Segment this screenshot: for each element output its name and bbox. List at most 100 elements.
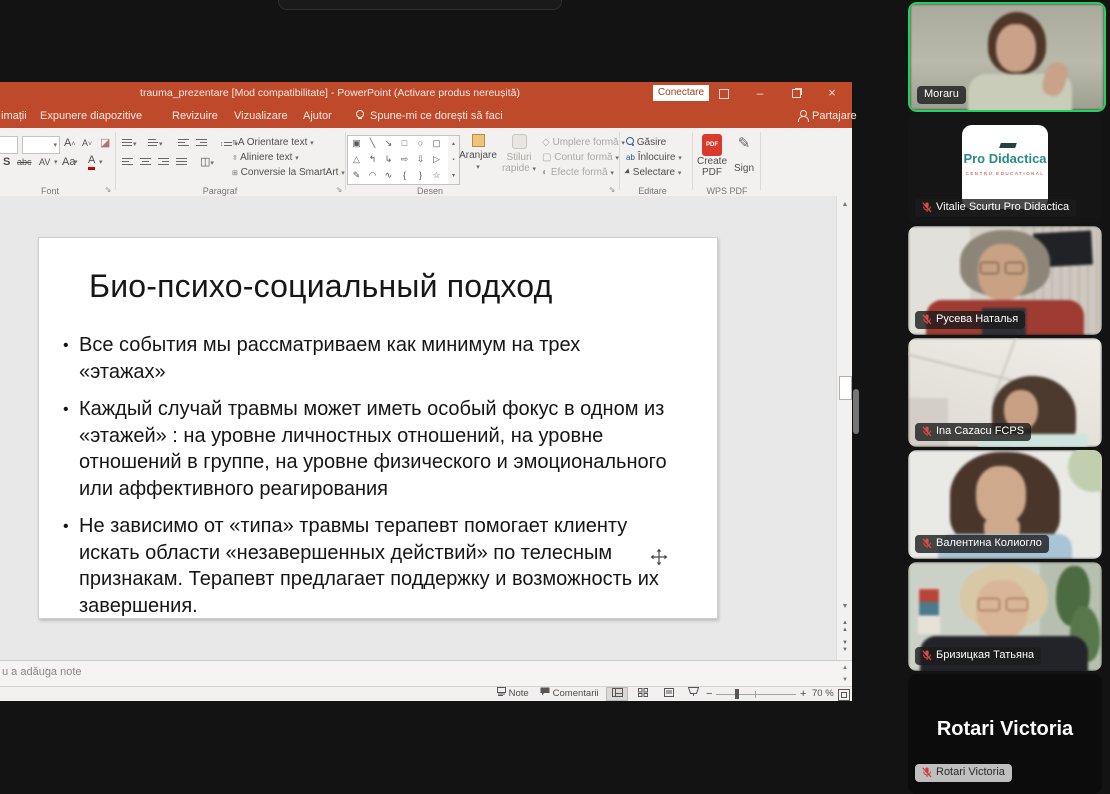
previous-slide-button[interactable]: ▲▲ <box>837 620 852 634</box>
smartart-button[interactable]: ⊞ Conversie la SmartArt ▾ <box>232 166 345 180</box>
tab-ajutor[interactable]: Ajutor <box>303 104 332 128</box>
zoom-in-button[interactable]: + <box>800 687 806 701</box>
font-color-caret: ▾ <box>99 158 103 166</box>
shape-outline-button[interactable]: ▢ Contur formă ▾ <box>542 151 619 165</box>
align-right-button[interactable] <box>158 154 169 170</box>
slide-canvas[interactable]: Био-психо-социальный подход Все события … <box>38 237 718 619</box>
view-normal-button[interactable] <box>606 687 628 701</box>
shape-curve-icon[interactable]: ∿ <box>381 168 396 183</box>
participant-video-brizitskaya-tatiana[interactable]: Бризицкая Татьяна <box>908 562 1102 671</box>
font-size-select[interactable]: ▾ <box>22 136 60 154</box>
shape-right-arrow-icon[interactable]: ⇨ <box>397 152 412 167</box>
justify-button[interactable] <box>176 154 187 170</box>
partajare-button[interactable]: Partajare <box>812 104 857 128</box>
fit-slide-to-window-button[interactable] <box>838 689 850 701</box>
notes-scrollbar[interactable]: ▲▼ <box>838 662 852 686</box>
note-icon <box>497 687 506 696</box>
zoom-slider-thumb[interactable] <box>735 689 739 699</box>
paragraph-dialog-launcher[interactable]: ⇘ <box>334 185 344 195</box>
editor-vertical-scrollbar[interactable]: ▲ ▼ ▲▲ ▼▼ <box>836 196 852 660</box>
drawing-dialog-launcher[interactable]: ⇘ <box>607 185 617 195</box>
character-spacing-button[interactable]: AV <box>39 154 50 170</box>
scroll-up-icon[interactable]: ▲ <box>837 198 852 212</box>
shape-star-icon[interactable]: ☆ <box>429 168 444 183</box>
create-pdf-button[interactable]: PDF CreatePDF <box>696 134 728 178</box>
tab-expunere-diapozitive[interactable]: Expunere diapozitive <box>40 104 142 128</box>
quick-styles-button[interactable]: Stilurirapide ▾ <box>500 134 538 174</box>
align-left-button[interactable] <box>122 154 133 170</box>
sign-button[interactable]: ✎ Sign <box>730 134 758 174</box>
decrease-font-button[interactable]: A˅ <box>82 135 92 153</box>
increase-font-button[interactable]: A˄ <box>64 135 75 153</box>
shape-triangle-icon[interactable]: △ <box>349 152 364 167</box>
tell-me-box[interactable]: Spune-mi ce dorești să faci <box>370 104 503 128</box>
shape-arrow-line-icon[interactable]: ↘ <box>381 136 396 151</box>
shape-arc-icon[interactable]: ◠ <box>365 168 380 183</box>
scroll-down-icon[interactable]: ▼ <box>837 600 852 614</box>
ribbon-display-options-icon[interactable] <box>712 82 736 104</box>
shape-rectangle-icon[interactable]: □ <box>397 136 412 151</box>
next-slide-button[interactable]: ▼▼ <box>837 640 852 654</box>
participant-video-valentina-kolioglo[interactable]: Валентина Колиогло <box>908 450 1102 559</box>
arrange-button[interactable]: Aranjare▾ <box>458 134 498 172</box>
shape-left-brace-icon[interactable]: { <box>397 168 412 183</box>
participant-video-ruseva-natalia[interactable]: Русева Наталья <box>908 226 1102 335</box>
shape-effects-button[interactable]: ◐ Efecte formă ▾ <box>542 166 614 180</box>
slide-editor: Био-психо-социальный подход Все события … <box>0 196 852 660</box>
align-text-button[interactable]: ⇳ Aliniere text ▾ <box>232 151 299 165</box>
text-direction-button[interactable]: ⇅A Orientare text ▾ <box>232 136 314 150</box>
zoom-out-button[interactable]: − <box>706 687 712 701</box>
zoom-percentage[interactable]: 70 % <box>812 687 834 701</box>
increase-indent-button[interactable] <box>196 135 207 151</box>
participant-name-label: Валентина Колиогло <box>915 535 1049 553</box>
shape-pentagon-icon[interactable]: ▷ <box>429 152 444 167</box>
tab-revizuire[interactable]: Revizuire <box>172 104 218 128</box>
decrease-indent-button[interactable] <box>178 135 189 151</box>
zoom-floating-controls[interactable] <box>278 0 562 10</box>
text-shadow-button[interactable]: S <box>3 154 10 170</box>
minimize-icon[interactable]: – <box>748 82 772 104</box>
bullets-button[interactable]: ▾ <box>122 135 137 153</box>
shape-rounded-rectangle-icon[interactable]: ▢ <box>429 136 444 151</box>
shape-textbox-icon[interactable]: ▣ <box>349 136 364 151</box>
zoom-slider-track[interactable] <box>716 694 796 695</box>
select-button[interactable]: Selectare ▾ <box>626 166 681 180</box>
participant-video-moraru[interactable]: Moraru <box>908 2 1106 112</box>
participant-display-name: Rotari Victoria <box>908 718 1102 741</box>
restore-icon[interactable] <box>784 82 808 104</box>
tab-animatii-clipped[interactable]: imații <box>1 104 27 128</box>
view-reading-button[interactable] <box>658 687 680 701</box>
shape-right-brace-icon[interactable]: } <box>413 168 428 183</box>
columns-button[interactable]: ◫▾ <box>200 154 214 172</box>
conectare-button[interactable]: Conectare <box>653 85 709 101</box>
notes-pane[interactable]: u a adăuga note ▲▼ <box>0 660 852 687</box>
align-center-button[interactable] <box>140 154 151 170</box>
shape-oval-icon[interactable]: ○ <box>413 136 428 151</box>
numbering-button[interactable]: ▾ <box>148 135 163 153</box>
close-icon[interactable]: × <box>820 82 844 104</box>
font-color-button[interactable]: A <box>88 154 95 170</box>
replace-button[interactable]: ab Înlocuire ▾ <box>626 151 682 165</box>
note-button[interactable]: Note <box>497 687 529 701</box>
comments-button[interactable]: Comentarii <box>540 687 599 701</box>
tab-vizualizare[interactable]: Vizualizare <box>234 104 288 128</box>
participant-video-rotari-victoria[interactable]: Rotari Victoria Rotari Victoria <box>908 674 1102 794</box>
shape-elbow-icon[interactable]: ↰ <box>365 152 380 167</box>
participants-scrollbar[interactable] <box>853 389 859 434</box>
find-button[interactable]: Găsire <box>626 136 666 149</box>
shape-down-arrow-icon[interactable]: ⇩ <box>413 152 428 167</box>
font-name-select[interactable] <box>0 136 18 154</box>
scrollbar-thumb[interactable] <box>839 376 852 400</box>
view-slide-sorter-button[interactable] <box>632 687 654 701</box>
clear-formatting-icon[interactable]: ◪ <box>100 135 110 151</box>
font-dialog-launcher[interactable]: ⇘ <box>103 185 113 195</box>
participant-video-ina-cazacu[interactable]: Ina Cazacu FCPS <box>908 338 1102 447</box>
shape-freeform-icon[interactable]: ✎ <box>349 168 364 183</box>
shape-elbow-arrow-icon[interactable]: ↳ <box>381 152 396 167</box>
strikethrough-button[interactable]: abc <box>17 154 32 170</box>
shape-gallery[interactable]: ▣ ╲ ↘ □ ○ ▢ △ ↰ ↳ ⇨ ⇩ ▷ ✎ ◠ ∿ { } ☆ <box>347 135 449 185</box>
shape-fill-button[interactable]: ◇ Umplere formă ▾ <box>542 136 625 150</box>
view-slideshow-button[interactable] <box>682 687 704 701</box>
participant-video-vitalie-scurtu[interactable]: Pro Didactica CENTRU EDUCATIONAL Vitalie… <box>908 114 1102 223</box>
shape-line-icon[interactable]: ╲ <box>365 136 380 151</box>
